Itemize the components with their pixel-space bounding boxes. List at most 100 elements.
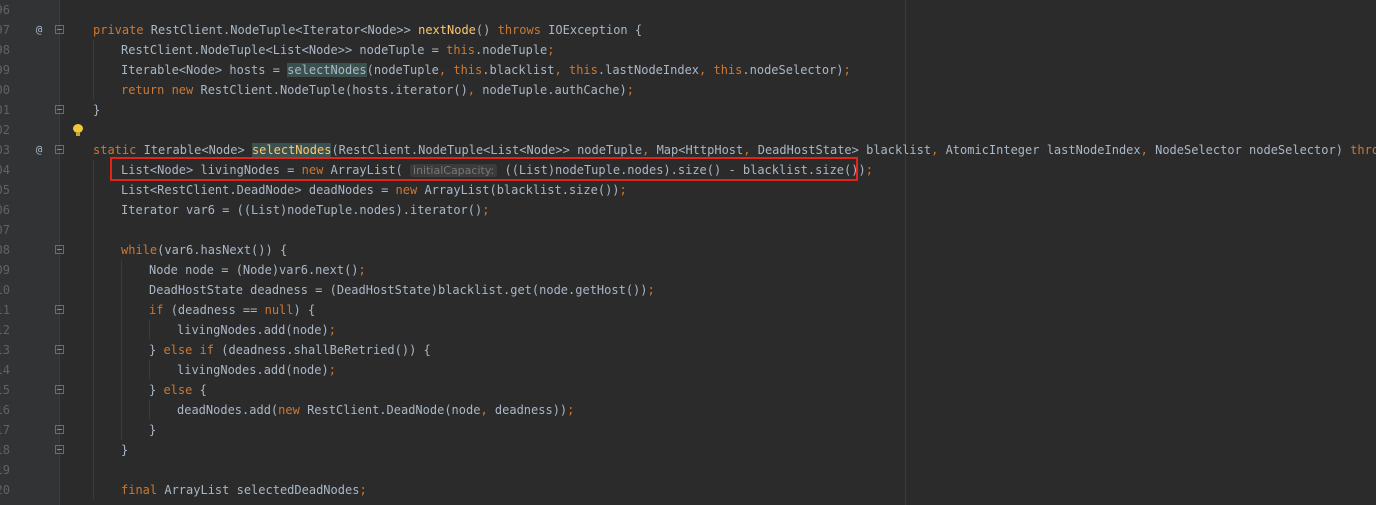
- line-number[interactable]: 98: [0, 40, 10, 60]
- code-line-97[interactable]: 97 @ private RestClient.NodeTuple<Iterator…: [0, 20, 1376, 40]
- indent-guide: [93, 280, 94, 300]
- indent-guide: [93, 160, 94, 180]
- line-number[interactable]: 13: [0, 340, 10, 360]
- code-text[interactable]: return new RestClient.NodeTuple(hosts.it…: [121, 80, 634, 100]
- line-number[interactable]: 04: [0, 160, 10, 180]
- line-number[interactable]: 17: [0, 420, 10, 440]
- fold-toggle-icon[interactable]: [55, 425, 64, 434]
- code-line-17[interactable]: 17}: [0, 420, 1376, 440]
- code-text[interactable]: if (deadness == null) {: [149, 300, 315, 320]
- code-text[interactable]: private RestClient.NodeTuple<Iterator<No…: [93, 20, 642, 40]
- code-line-07[interactable]: 07: [0, 220, 1376, 240]
- code-line-05[interactable]: 05 List<RestClient.DeadNode> deadNodes = …: [0, 180, 1376, 200]
- code-token: else if: [163, 343, 222, 357]
- indent-guide: [121, 300, 122, 320]
- code-line-06[interactable]: 06 Iterator var6 = ((List)nodeTuple.nodes…: [0, 200, 1376, 220]
- code-line-08[interactable]: 08 while(var6.hasNext()) {: [0, 240, 1376, 260]
- indent-guide: [93, 300, 94, 320]
- code-text[interactable]: final ArrayList selectedDeadNodes;: [121, 480, 367, 500]
- code-line-15[interactable]: 15 } else {: [0, 380, 1376, 400]
- code-token: throws IO: [1350, 143, 1376, 157]
- code-line-12[interactable]: 12 livingNodes.add(node);: [0, 320, 1376, 340]
- line-number[interactable]: 14: [0, 360, 10, 380]
- code-token: AtomicInteger lastNodeIndex: [945, 143, 1141, 157]
- code-token: }: [149, 343, 164, 357]
- line-number[interactable]: 11: [0, 300, 10, 320]
- code-line-99[interactable]: 99 Iterable<Node> hosts = selectNodes(nod…: [0, 60, 1376, 80]
- indent-guide: [93, 240, 94, 260]
- line-number[interactable]: 19: [0, 460, 10, 480]
- line-number[interactable]: 09: [0, 260, 10, 280]
- code-line-10[interactable]: 10 DeadHostState deadness = (DeadHostStat…: [0, 280, 1376, 300]
- line-number[interactable]: 97: [0, 20, 10, 40]
- fold-toggle-icon[interactable]: [55, 345, 64, 354]
- code-line-13[interactable]: 13 } else if (deadness.shallBeRetried()) …: [0, 340, 1376, 360]
- code-text[interactable]: while(var6.hasNext()) {: [121, 240, 287, 260]
- line-number[interactable]: 01: [0, 100, 10, 120]
- fold-toggle-icon[interactable]: [55, 245, 64, 254]
- line-number[interactable]: 20: [0, 480, 10, 500]
- code-text[interactable]: Iterable<Node> hosts = selectNodes(nodeT…: [121, 60, 851, 80]
- code-token: livingNodes.add(node): [177, 323, 329, 337]
- code-text[interactable]: } else if (deadness.shallBeRetried()) {: [149, 340, 431, 360]
- code-text[interactable]: deadNodes.add(new RestClient.DeadNode(no…: [177, 400, 574, 420]
- line-number[interactable]: 16: [0, 400, 10, 420]
- code-line-01[interactable]: 01}: [0, 100, 1376, 120]
- fold-toggle-icon[interactable]: [55, 25, 64, 34]
- code-line-00[interactable]: 00 return new RestClient.NodeTuple(hosts.…: [0, 80, 1376, 100]
- line-number[interactable]: 00: [0, 80, 10, 100]
- code-line-96[interactable]: 96: [0, 0, 1376, 20]
- code-line-20[interactable]: 20 final ArrayList selectedDeadNodes;: [0, 480, 1376, 500]
- fold-toggle-icon[interactable]: [55, 385, 64, 394]
- code-token: ,: [931, 143, 946, 157]
- code-text[interactable]: livingNodes.add(node);: [177, 320, 336, 340]
- line-number[interactable]: 10: [0, 280, 10, 300]
- code-line-02[interactable]: 02: [0, 120, 1376, 140]
- line-number[interactable]: 07: [0, 220, 10, 240]
- code-editor[interactable]: 9697 @ private RestClient.NodeTuple<Iterat…: [0, 0, 1376, 505]
- override-marker-icon[interactable]: @: [32, 143, 46, 157]
- code-token: throws: [497, 23, 549, 37]
- indent-guide: [93, 360, 94, 380]
- code-line-14[interactable]: 14 livingNodes.add(node);: [0, 360, 1376, 380]
- code-line-98[interactable]: 98 RestClient.NodeTuple<List<Node>> nodeT…: [0, 40, 1376, 60]
- line-number[interactable]: 05: [0, 180, 10, 200]
- code-text[interactable]: }: [93, 100, 100, 120]
- fold-toggle-icon[interactable]: [55, 445, 64, 454]
- code-token: ;: [865, 163, 873, 177]
- code-line-18[interactable]: 18}: [0, 440, 1376, 460]
- code-text[interactable]: Node node = (Node)var6.next();: [149, 260, 366, 280]
- code-text[interactable]: }: [121, 440, 128, 460]
- code-text[interactable]: DeadHostState deadness = (DeadHostState)…: [149, 280, 655, 300]
- indent-guide: [93, 320, 94, 340]
- line-number[interactable]: 96: [0, 0, 10, 20]
- fold-toggle-icon[interactable]: [55, 305, 64, 314]
- code-text[interactable]: List<RestClient.DeadNode> deadNodes = ne…: [121, 180, 627, 200]
- code-line-11[interactable]: 11 if (deadness == null) {: [0, 300, 1376, 320]
- line-number[interactable]: 02: [0, 120, 10, 140]
- lightbulb-icon[interactable]: [73, 124, 83, 136]
- fold-toggle-icon[interactable]: [55, 145, 64, 154]
- line-number[interactable]: 06: [0, 200, 10, 220]
- line-number[interactable]: 99: [0, 60, 10, 80]
- code-line-09[interactable]: 09 Node node = (Node)var6.next();: [0, 260, 1376, 280]
- code-text[interactable]: RestClient.NodeTuple<List<Node>> nodeTup…: [121, 40, 555, 60]
- code-token: if: [149, 303, 171, 317]
- fold-toggle-icon[interactable]: [55, 105, 64, 114]
- code-text[interactable]: Iterator var6 = ((List)nodeTuple.nodes).…: [121, 200, 489, 220]
- code-line-16[interactable]: 16 deadNodes.add(new RestClient.DeadNode(…: [0, 400, 1376, 420]
- code-token: else: [163, 383, 200, 397]
- line-number[interactable]: 08: [0, 240, 10, 260]
- code-text[interactable]: } else {: [149, 380, 207, 400]
- line-number[interactable]: 18: [0, 440, 10, 460]
- code-token: Iterator var6 = ((List)nodeTuple.nodes).…: [121, 203, 483, 217]
- override-marker-icon[interactable]: @: [32, 23, 46, 37]
- line-number[interactable]: 15: [0, 380, 10, 400]
- code-text[interactable]: livingNodes.add(node);: [177, 360, 336, 380]
- line-number[interactable]: 12: [0, 320, 10, 340]
- code-text[interactable]: }: [149, 420, 156, 440]
- line-number[interactable]: 03: [0, 140, 10, 160]
- code-token: ;: [647, 283, 655, 297]
- code-line-19[interactable]: 19: [0, 460, 1376, 480]
- code-token: ,: [699, 63, 714, 77]
